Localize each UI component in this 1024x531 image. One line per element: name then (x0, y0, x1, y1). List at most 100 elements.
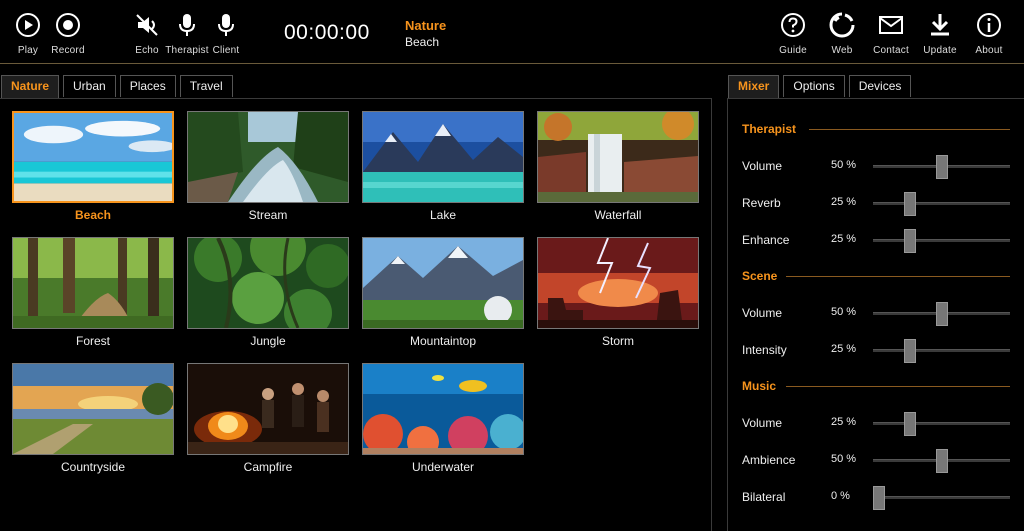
scene-thumbnail (187, 111, 349, 203)
slider-track[interactable] (873, 449, 1010, 473)
scene-caption: Stream (248, 208, 288, 222)
therapist-mic-button[interactable]: Therapist (165, 12, 209, 56)
slider-label: Volume (742, 159, 783, 173)
scene-tile-forest[interactable]: Forest (12, 237, 176, 355)
slider-label: Volume (742, 416, 783, 430)
scene-thumbnail (537, 111, 699, 203)
play-button[interactable]: Play (6, 12, 50, 56)
slider-row-scene-intensity: Intensity 25 % (742, 339, 1012, 363)
globe-icon (829, 12, 855, 38)
slider-thumb[interactable] (904, 229, 916, 253)
slider-label: Bilateral (742, 490, 786, 504)
scene-thumbnail (362, 237, 524, 329)
slider-row-therapist-volume: Volume 50 % (742, 155, 1012, 179)
scene-thumbnail (12, 363, 174, 455)
slider-thumb[interactable] (936, 155, 948, 179)
slider-label: Volume (742, 306, 783, 320)
slider-track[interactable] (873, 302, 1010, 326)
slider-thumb[interactable] (936, 449, 948, 473)
slider-track[interactable] (873, 192, 1010, 216)
scene-tabs: Nature Urban Places Travel (1, 75, 237, 99)
scene-thumbnail (12, 111, 174, 203)
slider-value: 0 % (831, 490, 850, 502)
scene-thumbnail (12, 237, 174, 329)
scene-tile-mountaintop[interactable]: Mountaintop (362, 237, 526, 355)
scene-thumbnail (362, 111, 524, 203)
scene-caption: Mountaintop (409, 334, 477, 348)
about-button[interactable]: About (967, 12, 1011, 56)
slider-track[interactable] (873, 339, 1010, 363)
slider-track[interactable] (873, 155, 1010, 179)
play-label: Play (17, 45, 39, 56)
tab-devices[interactable]: Devices (848, 75, 912, 97)
tab-travel[interactable]: Travel (179, 75, 233, 97)
scene-thumbnail (187, 237, 349, 329)
scene-tile-underwater[interactable]: Underwater (362, 363, 526, 481)
session-timer: 00:00:00 (284, 21, 370, 44)
slider-row-therapist-enhance: Enhance 25 % (742, 229, 1012, 253)
contact-button[interactable]: Contact (869, 12, 913, 56)
slider-track[interactable] (873, 486, 1010, 510)
scene-tile-storm[interactable]: Storm (537, 237, 701, 355)
scene-caption: Forest (75, 334, 110, 348)
web-button[interactable]: Web (820, 12, 864, 56)
scene-tile-lake[interactable]: Lake (362, 111, 526, 229)
section-title-therapist: Therapist (742, 122, 797, 136)
tab-options[interactable]: Options (783, 75, 845, 97)
toolbar: Play Record Echo Therapist Client 00:00:… (0, 0, 1024, 64)
scene-caption: Beach (74, 208, 112, 222)
slider-row-therapist-reverb: Reverb 25 % (742, 192, 1012, 216)
scene-tile-countryside[interactable]: Countryside (12, 363, 176, 481)
client-mic-button[interactable]: Client (204, 12, 248, 56)
mixer-panel: Therapist Volume 50 % Reverb 25 % Enhanc… (727, 98, 1024, 531)
scene-caption: Lake (429, 208, 457, 222)
slider-value: 25 % (831, 196, 857, 208)
section-divider (786, 276, 1010, 277)
slider-thumb[interactable] (904, 192, 916, 216)
section-title-scene: Scene (742, 269, 778, 283)
scene-tile-campfire[interactable]: Campfire (187, 363, 351, 481)
scene-tile-jungle[interactable]: Jungle (187, 237, 351, 355)
slider-thumb[interactable] (904, 412, 916, 436)
info-icon (977, 13, 1001, 37)
slider-value: 50 % (831, 306, 857, 318)
section-divider (809, 129, 1010, 130)
web-label: Web (831, 45, 853, 56)
tab-places[interactable]: Places (119, 75, 176, 97)
tab-mixer[interactable]: Mixer (728, 75, 780, 99)
slider-track[interactable] (873, 229, 1010, 253)
scene-tile-beach[interactable]: Beach (12, 111, 176, 229)
scene-caption: Jungle (250, 334, 286, 348)
update-button[interactable]: Update (918, 12, 962, 56)
slider-value: 25 % (831, 416, 857, 428)
slider-value: 25 % (831, 233, 857, 245)
guide-button[interactable]: Guide (771, 12, 815, 56)
slider-thumb[interactable] (873, 486, 885, 510)
tab-nature[interactable]: Nature (1, 75, 60, 99)
scene-caption: Waterfall (594, 208, 642, 222)
tab-urban[interactable]: Urban (63, 75, 116, 97)
record-button[interactable]: Record (46, 12, 90, 56)
microphone-icon (179, 14, 195, 36)
slider-thumb[interactable] (936, 302, 948, 326)
slider-value: 50 % (831, 159, 857, 171)
scene-tile-stream[interactable]: Stream (187, 111, 351, 229)
record-icon (56, 13, 80, 37)
contact-label: Contact (873, 45, 909, 56)
scene-thumbnail (362, 363, 524, 455)
scene-panel: Beach Stream Lake Waterfall Forest Jungl… (0, 98, 712, 531)
slider-value: 50 % (831, 453, 857, 465)
slider-thumb[interactable] (904, 339, 916, 363)
update-label: Update (923, 45, 957, 56)
speaker-muted-icon (136, 14, 158, 36)
therapist-label: Therapist (165, 45, 209, 56)
scene-tile-waterfall[interactable]: Waterfall (537, 111, 701, 229)
client-label: Client (212, 45, 240, 56)
slider-track[interactable] (873, 412, 1010, 436)
slider-row-scene-volume: Volume 50 % (742, 302, 1012, 326)
slider-row-music-bilateral: Bilateral 0 % (742, 486, 1012, 510)
slider-label: Intensity (742, 343, 787, 357)
slider-label: Ambience (742, 453, 796, 467)
echo-button[interactable]: Echo (125, 12, 169, 56)
about-label: About (975, 45, 1003, 56)
